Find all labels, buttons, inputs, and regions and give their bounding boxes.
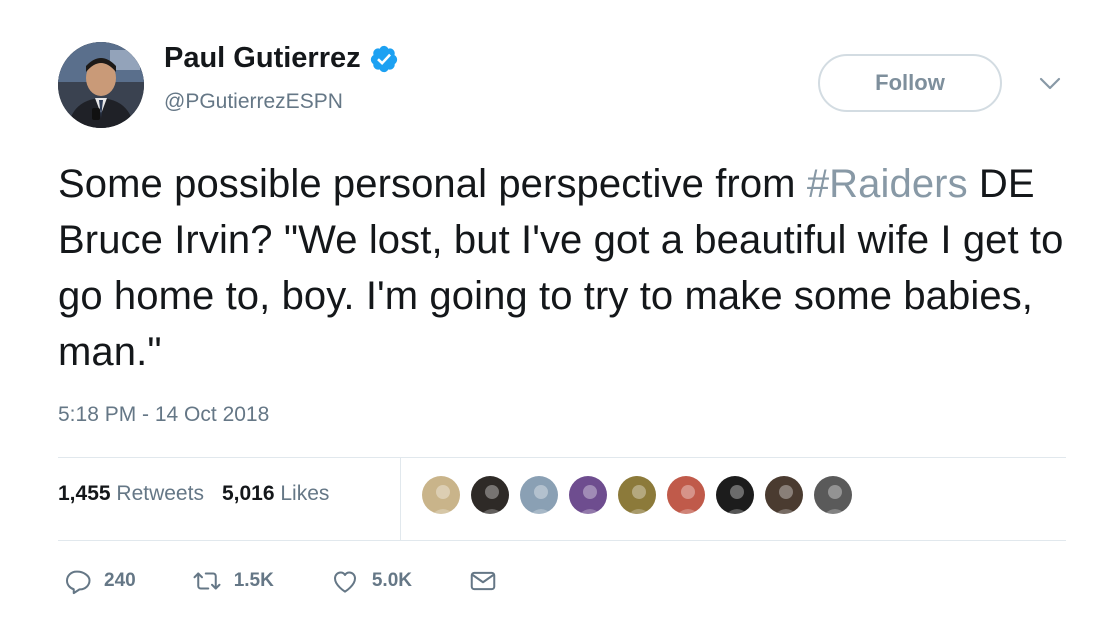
retweet-icon [193,572,221,590]
reply-count: 240 [104,570,136,591]
retweet-action[interactable]: 1.5K [192,566,274,596]
liker-avatar-5-icon[interactable] [616,474,658,516]
tweet-card: Paul Gutierrez @PGutierrezESPN Follow So… [0,0,1108,644]
tweet-timestamp[interactable]: 5:18 PM - 14 Oct 2018 [58,403,269,427]
tweet-stats: 1,455 Retweets 5,016 Likes [58,482,329,506]
reply-action[interactable]: 240 [62,566,136,596]
author-display-name[interactable]: Paul Gutierrez [164,42,361,75]
retweets-label: Retweets [116,482,204,505]
retweet-count: 1.5K [233,570,274,591]
liker-avatar-6-icon[interactable] [665,474,707,516]
tweet-text-start: Some possible personal perspective from [58,162,807,206]
likes-stat[interactable]: 5,016 Likes [222,482,329,506]
reply-icon [66,570,91,595]
liker-avatar-2-icon[interactable] [469,474,511,516]
liker-avatar-7-icon[interactable] [714,474,756,516]
liker-avatar-9-icon[interactable] [812,474,854,516]
heart-icon [333,571,356,593]
envelope-icon [470,571,496,591]
liker-avatar-8-icon[interactable] [763,474,805,516]
liker-avatars [420,474,854,516]
retweets-count: 1,455 [58,482,111,505]
direct-message-action[interactable] [468,566,498,596]
author-name-row: Paul Gutierrez [164,42,399,75]
like-count: 5.0K [371,570,412,591]
retweets-stat[interactable]: 1,455 Retweets [58,482,204,506]
liker-avatar-1-icon[interactable] [420,474,462,516]
tweet-actions: 240 1.5K 5.0K [62,566,554,596]
likes-label: Likes [280,482,330,505]
stats-separator [400,458,401,540]
divider-top [58,457,1066,458]
divider-bottom [58,540,1066,541]
follow-button[interactable]: Follow [818,54,1002,112]
likes-count: 5,016 [221,482,275,505]
hashtag-link[interactable]: #Raiders [807,162,968,206]
author-avatar[interactable] [58,42,144,128]
tweet-text: Some possible personal perspective from … [58,156,1068,380]
liker-avatar-4-icon[interactable] [567,474,609,516]
verified-badge-icon [369,44,399,74]
liker-avatar-3-icon[interactable] [518,474,560,516]
like-action[interactable]: 5.0K [330,566,412,596]
reporter-photo-icon [58,42,144,128]
chevron-down-icon[interactable] [1038,74,1062,94]
author-handle[interactable]: @PGutierrezESPN [164,90,343,114]
